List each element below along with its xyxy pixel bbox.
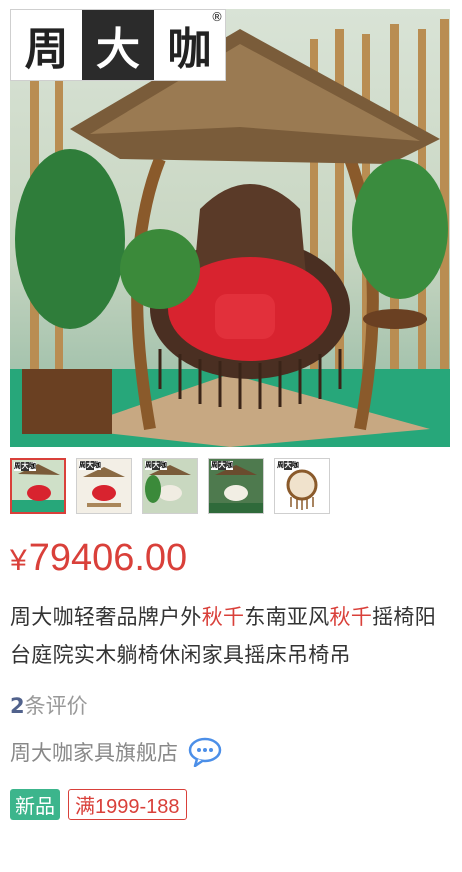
new-product-tag: 新品 — [10, 789, 60, 820]
title-keyword-highlight: 秋千 — [329, 605, 373, 629]
review-label: 条评价 — [24, 694, 88, 718]
brand-logo: 周 大 咖 ® — [10, 9, 226, 81]
thumbnail-1[interactable]: 周大咖 — [10, 458, 66, 514]
thumbnail-logo: 周大咖 — [211, 461, 233, 470]
thumbnail-5[interactable]: 周大咖 — [274, 458, 330, 514]
product-main-image[interactable]: 周 大 咖 ® — [10, 9, 450, 447]
chat-bubble-icon[interactable] — [188, 737, 222, 767]
thumbnail-3[interactable]: 周大咖 — [142, 458, 198, 514]
logo-char-1: 周 — [24, 24, 69, 75]
thumbnail-strip: 周大咖 周大咖 周大咖 周大咖 周大咖 — [10, 458, 330, 516]
thumbnail-2[interactable]: 周大咖 — [76, 458, 132, 514]
product-title[interactable]: 周大咖轻奢品牌户外秋千东南亚风秋千摇椅阳台庭院实木躺椅休闲家具摇床吊椅吊 — [10, 598, 452, 674]
thumbnail-4[interactable]: 周大咖 — [208, 458, 264, 514]
price-amount: 79406.00 — [28, 537, 188, 579]
thumbnail-logo: 周大咖 — [145, 461, 167, 470]
registered-mark: ® — [211, 10, 223, 24]
title-segment: 周大咖轻奢品牌户外 — [10, 605, 202, 629]
tag-row: 新品 满1999-188 — [10, 789, 187, 820]
thumbnail-logo: 周大咖 — [79, 461, 101, 470]
shop-row[interactable]: 周大咖家具旗舰店 — [10, 737, 222, 767]
shop-name: 周大咖家具旗舰店 — [10, 741, 178, 765]
thumbnail-logo: 周大咖 — [277, 461, 299, 470]
title-segment: 东南亚风 — [244, 605, 330, 629]
title-keyword-highlight: 秋千 — [201, 605, 245, 629]
product-price: ¥79406.00 — [10, 537, 187, 580]
promo-tag: 满1999-188 — [68, 789, 187, 820]
thumbnail-logo: 周大咖 — [14, 462, 36, 471]
logo-char-2: 大 — [82, 10, 154, 80]
currency-symbol: ¥ — [10, 544, 27, 577]
review-number: 2 — [10, 694, 25, 718]
review-count[interactable]: 2条评价 — [10, 690, 88, 720]
